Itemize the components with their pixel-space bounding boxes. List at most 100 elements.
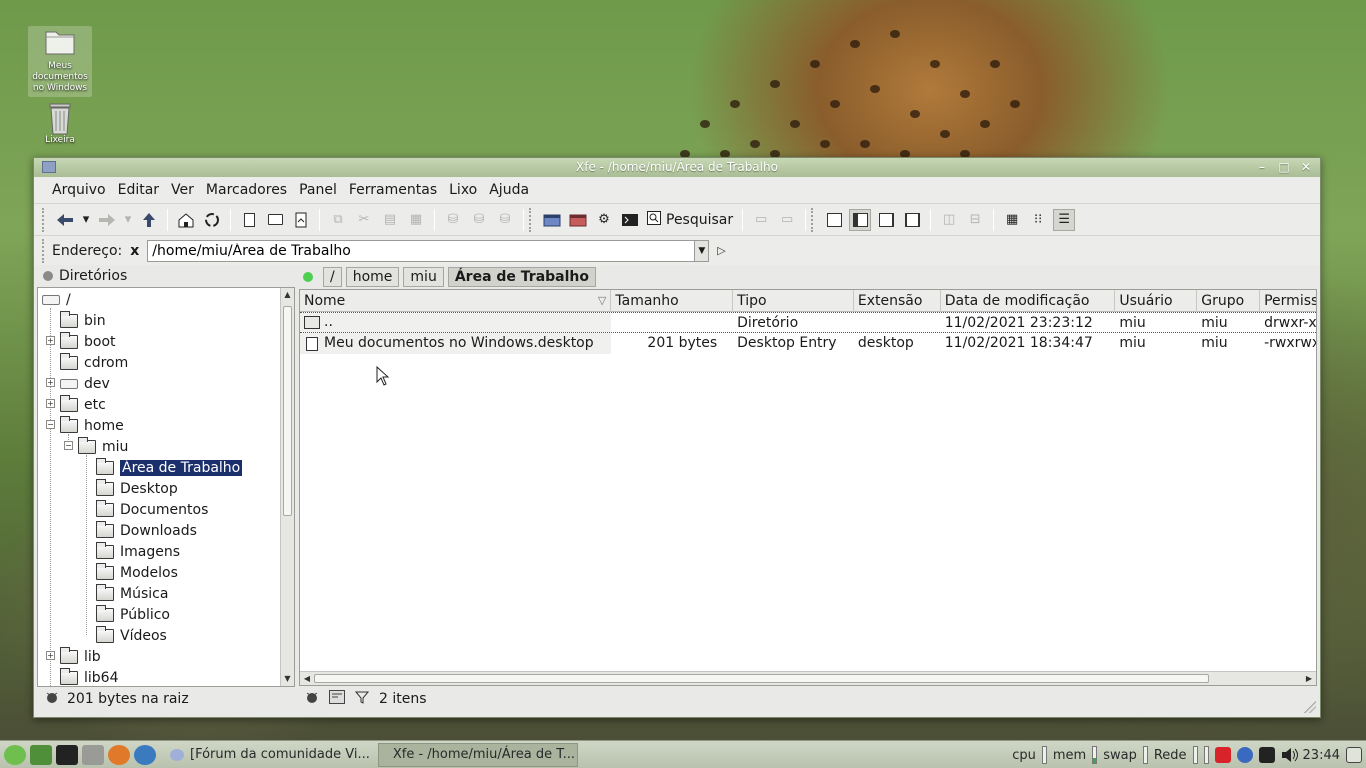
tree-item-publico[interactable]: Público: [96, 604, 170, 625]
address-dropdown-icon[interactable]: ▼: [695, 239, 710, 262]
file-row[interactable]: Meu documentos no Windows.desktop 201 by…: [300, 333, 1316, 354]
cut-icon[interactable]: ✂: [353, 209, 375, 231]
files-launcher-icon[interactable]: [82, 744, 104, 765]
menu-arquivo[interactable]: Arquivo: [46, 177, 112, 203]
view-tree-two-panels-icon[interactable]: [901, 209, 923, 231]
tree-item-videos[interactable]: Vídeos: [96, 625, 167, 646]
breadcrumb-root[interactable]: /: [323, 267, 342, 287]
paste-icon[interactable]: ▤: [379, 209, 401, 231]
toolbar-grip[interactable]: [811, 207, 815, 232]
column-extensao[interactable]: Extensão: [854, 290, 941, 312]
mount-icon[interactable]: ▭: [750, 209, 772, 231]
refresh-icon[interactable]: [201, 209, 223, 231]
tree-scroll-thumb[interactable]: [283, 306, 292, 516]
collapse-icon[interactable]: −: [46, 420, 55, 429]
properties-icon[interactable]: ▦: [405, 209, 427, 231]
toolbar-grip[interactable]: [529, 207, 533, 232]
show-desktop-icon[interactable]: [30, 744, 52, 765]
clear-address-icon[interactable]: x: [130, 243, 139, 259]
task-xfe[interactable]: Xfe - /home/miu/Área de T...: [377, 742, 578, 767]
big-icons-icon[interactable]: ▦: [1001, 209, 1023, 231]
trash-move-icon[interactable]: ⛁: [442, 209, 464, 231]
expand-icon[interactable]: +: [46, 399, 55, 408]
column-usuario[interactable]: Usuário: [1115, 290, 1198, 312]
up-icon[interactable]: [138, 209, 160, 231]
unmount-icon[interactable]: ▭: [776, 209, 798, 231]
split-vertical-icon[interactable]: ◫: [938, 209, 960, 231]
scroll-right-icon[interactable]: ▶: [1302, 672, 1316, 685]
details-view-icon[interactable]: ☰: [1053, 208, 1076, 231]
tree-item-etc[interactable]: etc: [60, 394, 106, 415]
tree-item-home[interactable]: home: [60, 415, 124, 436]
split-horizontal-icon[interactable]: ⊟: [964, 209, 986, 231]
tree-item-downloads[interactable]: Downloads: [96, 520, 197, 541]
filter-icon[interactable]: [354, 690, 370, 708]
task-forum[interactable]: [Fórum da comunidade Vi...: [162, 743, 378, 767]
restore-icon[interactable]: ⛁: [468, 209, 490, 231]
collapse-icon[interactable]: −: [64, 441, 73, 450]
menu-ferramentas[interactable]: Ferramentas: [343, 177, 443, 203]
column-data[interactable]: Data de modificação: [941, 290, 1116, 312]
volume-icon[interactable]: [1281, 747, 1298, 763]
maximize-button[interactable]: □: [1278, 158, 1290, 177]
forward-history-icon[interactable]: ▾: [122, 209, 134, 231]
tree-item-area-de-trabalho[interactable]: Área de Trabalho: [96, 457, 243, 478]
desktop-icon-windows-docs[interactable]: Meus documentos no Windows: [28, 26, 92, 97]
view-two-panels-icon[interactable]: [875, 209, 897, 231]
terminal-icon[interactable]: [619, 209, 641, 231]
tree-item-lib64[interactable]: lib64: [60, 667, 118, 686]
toolbar-grip[interactable]: [42, 238, 46, 263]
directory-tree[interactable]: / bin + boot cdrom + dev + etc − home − …: [37, 287, 295, 687]
desktop-icon-trash[interactable]: Lixeira: [28, 100, 92, 146]
back-icon[interactable]: [54, 209, 76, 231]
tree-item-dev[interactable]: dev: [60, 373, 110, 394]
tree-item-cdrom[interactable]: cdrom: [60, 352, 128, 373]
clock[interactable]: 23:44: [1303, 748, 1340, 763]
column-permissoes[interactable]: Permiss: [1260, 290, 1316, 312]
firefox-launcher-icon[interactable]: [108, 744, 130, 765]
tree-item-desktop[interactable]: Desktop: [96, 478, 178, 499]
clipboard-icon[interactable]: [1258, 747, 1275, 763]
preferences-icon[interactable]: [329, 690, 345, 708]
close-button[interactable]: ✕: [1300, 158, 1312, 177]
update-shield-icon[interactable]: [1236, 747, 1253, 763]
file-list-scroll-thumb[interactable]: [314, 674, 1209, 683]
menu-ajuda[interactable]: Ajuda: [483, 177, 535, 203]
column-nome[interactable]: Nome ▽: [300, 290, 612, 312]
column-tipo[interactable]: Tipo: [733, 290, 854, 312]
column-tamanho[interactable]: Tamanho: [611, 290, 734, 312]
window-resize-grip[interactable]: [1304, 701, 1316, 713]
show-desktop-tray-icon[interactable]: [1346, 747, 1362, 763]
minimize-button[interactable]: –: [1256, 158, 1268, 177]
breadcrumb-area-de-trabalho[interactable]: Área de Trabalho: [447, 267, 596, 287]
new-file-icon[interactable]: [238, 209, 260, 231]
delete-icon[interactable]: ⛁: [494, 209, 516, 231]
tree-item-root[interactable]: /: [42, 289, 71, 310]
back-history-icon[interactable]: ▾: [80, 209, 92, 231]
tree-scrollbar[interactable]: ▲ ▼: [280, 288, 294, 686]
toolbar-grip[interactable]: [42, 207, 46, 232]
forward-icon[interactable]: [96, 209, 118, 231]
small-icons-icon[interactable]: ⁝⁝: [1027, 209, 1049, 231]
tree-item-miu[interactable]: miu: [78, 436, 128, 457]
tree-item-documentos[interactable]: Documentos: [96, 499, 208, 520]
column-grupo[interactable]: Grupo: [1197, 290, 1261, 312]
security-shield-icon[interactable]: [1214, 747, 1231, 763]
scroll-left-icon[interactable]: ◀: [300, 672, 314, 685]
tree-item-modelos[interactable]: Modelos: [96, 562, 178, 583]
menu-ver[interactable]: Ver: [165, 177, 200, 203]
file-row[interactable]: .. Diretório 11/02/2021 23:23:12 miu miu…: [300, 312, 1316, 333]
search-button[interactable]: Pesquisar: [643, 210, 737, 229]
expand-icon[interactable]: +: [46, 378, 55, 387]
menu-marcadores[interactable]: Marcadores: [200, 177, 293, 203]
new-root-window-icon[interactable]: [567, 209, 589, 231]
new-window-icon[interactable]: [541, 209, 563, 231]
view-tree-panel-icon[interactable]: [849, 208, 872, 231]
tree-item-musica[interactable]: Música: [96, 583, 168, 604]
address-input[interactable]: [147, 239, 696, 262]
tree-item-bin[interactable]: bin: [60, 310, 106, 331]
file-list-hscrollbar[interactable]: ◀ ▶: [300, 671, 1316, 685]
expand-icon[interactable]: +: [46, 651, 55, 660]
execute-icon[interactable]: ⚙: [593, 209, 615, 231]
scroll-down-icon[interactable]: ▼: [281, 672, 294, 686]
